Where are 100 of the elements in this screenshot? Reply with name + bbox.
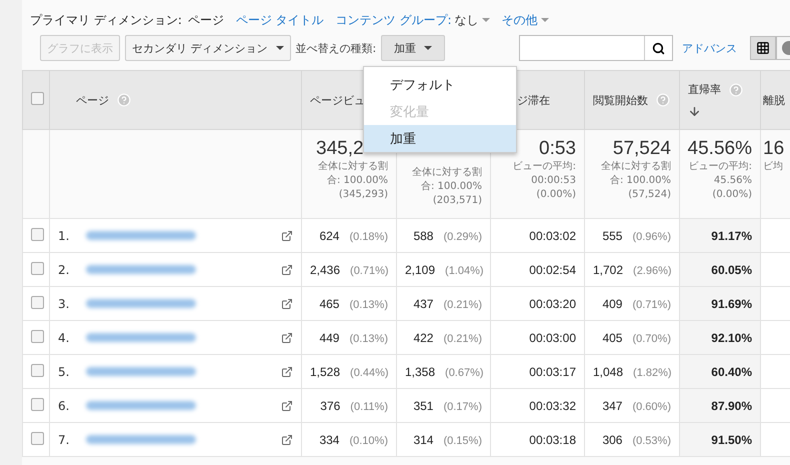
search-icon bbox=[652, 42, 665, 54]
row-number: 1. bbox=[58, 228, 70, 242]
row-number: 5. bbox=[58, 364, 70, 378]
percentage: (0.15%) bbox=[443, 434, 482, 446]
table-cell: 91.69% bbox=[711, 296, 752, 310]
percentage: (0.44%) bbox=[350, 366, 389, 378]
column-header[interactable]: ジ滞在 bbox=[517, 92, 550, 108]
help-icon[interactable] bbox=[656, 93, 670, 107]
column-header[interactable]: 閲覧開始数 bbox=[593, 92, 648, 108]
percentage: (0.96%) bbox=[632, 230, 671, 242]
summary-value: 0:53 bbox=[538, 138, 576, 160]
row-number: 7. bbox=[58, 432, 70, 446]
primary-dimension-label: プライマリ ディメンション: bbox=[30, 12, 182, 28]
row-checkbox[interactable] bbox=[31, 228, 44, 240]
table-cell: 437 bbox=[413, 296, 434, 310]
summary-value: 45.56% bbox=[686, 138, 752, 160]
row-checkbox[interactable] bbox=[31, 364, 44, 376]
help-icon[interactable] bbox=[729, 82, 743, 96]
table-cell: 555 bbox=[602, 228, 622, 242]
percentage: (0.67%) bbox=[445, 366, 484, 378]
row-checkbox[interactable] bbox=[31, 432, 44, 444]
table-cell: 334 bbox=[319, 432, 340, 446]
dimension-link[interactable]: ページ bbox=[188, 12, 224, 28]
row-number: 6. bbox=[58, 398, 70, 412]
summary-note: 全体に対する割合: 100.00% (57,524) bbox=[600, 160, 671, 202]
menu-item[interactable]: 加重 bbox=[364, 125, 516, 152]
row-number: 4. bbox=[58, 330, 70, 344]
column-header[interactable]: 離脱 bbox=[763, 92, 785, 108]
percentage: (0.13%) bbox=[349, 332, 388, 344]
dimension-link[interactable]: その他 bbox=[502, 12, 549, 28]
table-cell: 624 bbox=[319, 228, 340, 242]
external-link-icon[interactable] bbox=[281, 366, 293, 378]
table-cell: 1,048 bbox=[593, 364, 624, 378]
table-cell: 00:03:00 bbox=[529, 330, 576, 344]
column-header[interactable]: ページビュ bbox=[310, 92, 365, 108]
column-header[interactable]: 直帰率 bbox=[688, 82, 721, 97]
search-field[interactable] bbox=[519, 35, 673, 61]
table-cell: 588 bbox=[413, 228, 434, 242]
table-cell: 60.05% bbox=[711, 262, 752, 276]
table-cell: 92.10% bbox=[711, 330, 752, 344]
table-cell: 87.90% bbox=[711, 398, 752, 412]
sort-type-dropdown[interactable]: 加重 bbox=[381, 35, 446, 61]
percentage: (0.21%) bbox=[443, 332, 482, 344]
percentage: (0.71%) bbox=[632, 298, 671, 310]
menu-item[interactable]: デフォルト bbox=[364, 71, 516, 98]
table-cell: 422 bbox=[413, 330, 434, 344]
summary-note: 全体に対する割合: 100.00% (203,571) bbox=[411, 166, 482, 208]
table-cell: 00:02:54 bbox=[529, 262, 576, 276]
table-cell: 405 bbox=[602, 330, 622, 344]
secondary-dimension-dropdown[interactable]: セカンダリ ディメンション bbox=[125, 35, 290, 61]
sort-type-label: 並べ替えの種類: bbox=[296, 40, 376, 56]
table-cell: 60.40% bbox=[711, 364, 752, 378]
percentage: (0.13%) bbox=[349, 298, 388, 310]
external-link-icon[interactable] bbox=[281, 434, 293, 446]
percentage: (0.29%) bbox=[443, 230, 482, 242]
dimension-link[interactable]: ページ タイトル bbox=[236, 12, 324, 28]
table-cell: 2,436 bbox=[310, 262, 340, 276]
select-all-checkbox[interactable] bbox=[31, 92, 44, 105]
summary-note: ビューの平均: 00:00:53 (0.00%) bbox=[512, 160, 576, 202]
caret-icon bbox=[276, 46, 284, 50]
percentage: (0.71%) bbox=[350, 264, 389, 276]
percentage: (1.82%) bbox=[633, 366, 672, 378]
percentage: (0.17%) bbox=[443, 400, 482, 412]
percentage: (0.53%) bbox=[632, 434, 671, 446]
row-checkbox[interactable] bbox=[31, 330, 44, 342]
column-header[interactable]: ページ bbox=[76, 92, 109, 108]
row-checkbox[interactable] bbox=[31, 296, 44, 308]
table-cell: 449 bbox=[319, 330, 340, 344]
table-cell: 465 bbox=[319, 296, 340, 310]
percentage: (0.10%) bbox=[349, 434, 388, 446]
table-cell: 1,528 bbox=[310, 364, 340, 378]
dimension-link[interactable]: コンテンツ グループ: なし bbox=[336, 12, 490, 28]
table-cell: 306 bbox=[602, 432, 622, 446]
grid-icon bbox=[756, 41, 770, 55]
table-cell: 00:03:32 bbox=[529, 398, 576, 412]
summary-value: 345,2 bbox=[315, 138, 365, 160]
percentage: (0.21%) bbox=[443, 298, 482, 310]
percentage: (0.60%) bbox=[632, 400, 671, 412]
table-cell: 1,358 bbox=[405, 364, 436, 378]
row-checkbox[interactable] bbox=[31, 262, 44, 274]
row-checkbox[interactable] bbox=[31, 398, 44, 410]
row-number: 3. bbox=[58, 296, 70, 310]
percentage: (0.18%) bbox=[349, 230, 388, 242]
external-link-icon[interactable] bbox=[281, 264, 293, 276]
table-view-button[interactable] bbox=[750, 36, 776, 60]
table-cell: 314 bbox=[413, 432, 434, 446]
external-link-icon[interactable] bbox=[281, 332, 293, 344]
external-link-icon[interactable] bbox=[281, 230, 293, 242]
percentage: (1.04%) bbox=[445, 264, 484, 276]
summary-value: 57,524 bbox=[612, 138, 671, 160]
table-cell: 351 bbox=[413, 398, 434, 412]
help-icon[interactable] bbox=[117, 93, 131, 107]
external-link-icon[interactable] bbox=[281, 400, 293, 412]
table-cell: 91.17% bbox=[711, 228, 752, 242]
advanced-link[interactable]: アドバンス bbox=[682, 40, 737, 56]
table-cell: 409 bbox=[602, 296, 622, 310]
table-cell: 00:03:20 bbox=[529, 296, 576, 310]
percentage: (2.96%) bbox=[633, 264, 672, 276]
summary-note: ビューの平均: 45.56% (0.00%) bbox=[688, 160, 752, 202]
external-link-icon[interactable] bbox=[281, 298, 293, 310]
